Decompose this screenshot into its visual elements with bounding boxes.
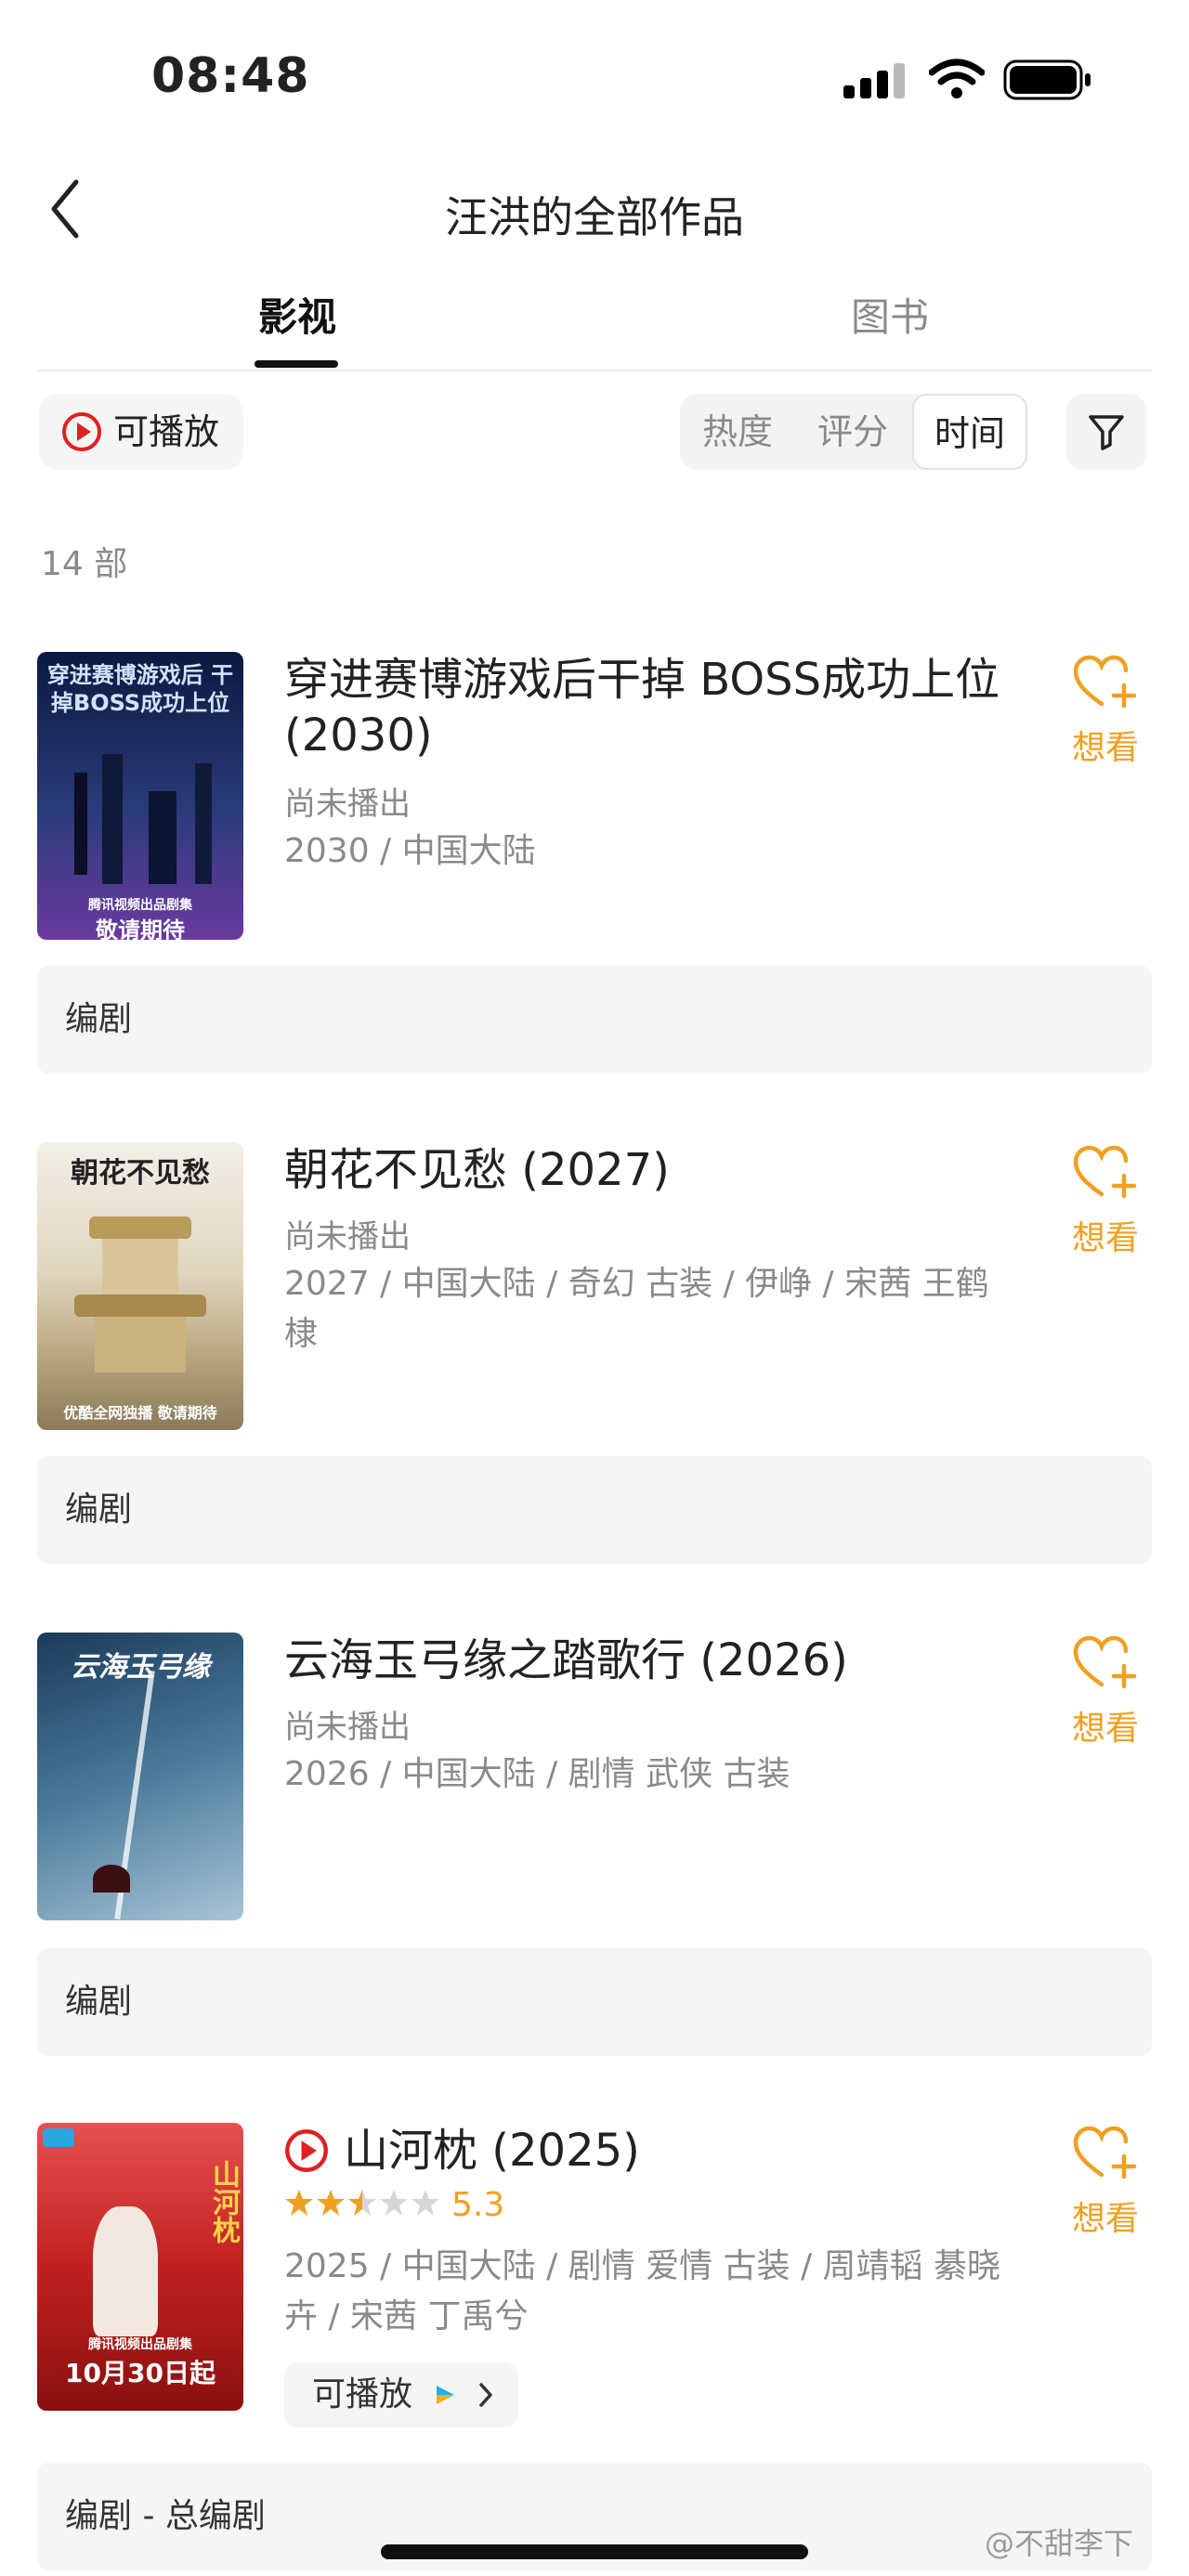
- heart-plus-icon: [1073, 1635, 1137, 1689]
- work-title[interactable]: 穿进赛博游戏后干掉 BOSS成功上位 (2030): [284, 652, 1018, 763]
- page-title: 汪洪的全部作品: [445, 192, 744, 242]
- want-to-watch-button[interactable]: 想看: [1059, 1144, 1152, 1259]
- poster-image[interactable]: 云海玉弓缘: [37, 1633, 243, 1920]
- playable-label: 可播放: [113, 411, 220, 452]
- work-title[interactable]: 朝花不见愁 (2027): [284, 1142, 1018, 1198]
- want-to-watch-button[interactable]: 想看: [1059, 1634, 1152, 1750]
- active-tab-indicator: [255, 360, 338, 368]
- want-to-watch-label: 想看: [1071, 1219, 1139, 1257]
- tencent-video-logo: [43, 2128, 74, 2147]
- role-bar: 编剧: [37, 1948, 1152, 2056]
- sort-by-popularity[interactable]: 热度: [680, 394, 795, 470]
- heart-plus-icon: [1073, 2126, 1137, 2179]
- watermark: @不甜李下: [985, 2526, 1134, 2561]
- sort-segmented-control: 热度 评分 时间: [680, 394, 1027, 470]
- work-meta: 2027 / 中国大陆 / 奇幻 古装 / 伊峥 / 宋茜 王鹤棣: [284, 1265, 989, 1353]
- poster-title-text: 山河枕: [207, 2160, 240, 2244]
- work-status: 尚未播出: [284, 1709, 411, 1746]
- work-meta: 2030 / 中国大陆: [284, 832, 536, 870]
- cellular-signal-icon: [843, 61, 908, 98]
- tab-books[interactable]: 图书: [825, 286, 955, 343]
- want-to-watch-button[interactable]: 想看: [1059, 2125, 1152, 2240]
- funnel-icon: [1089, 415, 1124, 450]
- poster-bottom-text: 敬请期待: [96, 917, 185, 940]
- work-meta: 2026 / 中国大陆 / 剧情 武侠 古装: [284, 1755, 790, 1793]
- result-count: 14 部: [41, 545, 128, 583]
- work-title[interactable]: 云海玉弓缘之踏歌行 (2026): [284, 1633, 1018, 1688]
- poster-bottom-text: 10月30日起: [65, 2358, 216, 2388]
- role-label: 编剧: [65, 1000, 133, 1038]
- want-to-watch-button[interactable]: 想看: [1059, 654, 1152, 769]
- sort-by-time[interactable]: 时间: [912, 394, 1027, 470]
- play-chip-label: 可播放: [312, 2375, 413, 2413]
- heart-plus-icon: [1073, 655, 1137, 709]
- role-bar: 编剧: [37, 966, 1152, 1073]
- poster-image[interactable]: 穿进赛博游戏后 干掉BOSS成功上位 腾讯视频出品剧集 敬请期待: [37, 652, 243, 940]
- poster-bottom-text: 优酷全网独播 敬请期待: [63, 1404, 217, 1422]
- filter-button[interactable]: [1066, 394, 1146, 470]
- video-platform-icon: [437, 2386, 454, 2404]
- sort-by-rating[interactable]: 评分: [795, 394, 910, 470]
- want-to-watch-label: 想看: [1071, 1710, 1139, 1748]
- tab-label: 影视: [257, 294, 336, 340]
- play-circle-icon: [284, 2128, 329, 2177]
- poster-title-text: 朝花不见愁: [71, 1157, 210, 1190]
- poster-title-text: 云海玉弓缘: [71, 1651, 210, 1684]
- chevron-right-icon: [479, 2383, 492, 2407]
- poster-caption: 腾讯视频出品剧集: [88, 2337, 192, 2352]
- poster-image[interactable]: 山河枕 腾讯视频出品剧集 10月30日起: [37, 2123, 243, 2411]
- home-indicator[interactable]: [381, 2544, 808, 2559]
- playable-filter-button[interactable]: 可播放: [39, 394, 243, 470]
- want-to-watch-label: 想看: [1071, 729, 1139, 767]
- work-meta: 2025 / 中国大陆 / 剧情 爱情 古装 / 周靖韬 綦晓卉 / 宋茜 丁禹…: [284, 2247, 1000, 2335]
- play-platform-button[interactable]: 可播放: [284, 2362, 518, 2427]
- tab-film-tv[interactable]: 影视: [232, 286, 362, 343]
- role-bar: 编剧: [37, 1456, 1152, 1564]
- poster-title-text: 穿进赛博游戏后 干掉BOSS成功上位: [46, 662, 234, 716]
- poster-image[interactable]: 朝花不见愁 优酷全网独播 敬请期待: [37, 1142, 243, 1430]
- divider: [37, 370, 1152, 371]
- status-time: 08:48: [151, 48, 310, 104]
- work-title[interactable]: 山河枕 (2025): [344, 2123, 1013, 2179]
- rating-stars: [284, 2188, 442, 2223]
- play-circle-icon: [62, 412, 101, 451]
- poster-caption: 腾讯视频出品剧集: [88, 898, 192, 913]
- work-status: 尚未播出: [284, 1218, 411, 1255]
- tab-label: 图书: [850, 294, 929, 340]
- wifi-icon: [928, 58, 986, 104]
- role-label: 编剧 - 总编剧: [65, 2497, 266, 2535]
- battery-icon: [1003, 59, 1092, 104]
- work-status: 尚未播出: [284, 786, 411, 823]
- rating-value: 5.3: [451, 2186, 505, 2224]
- role-label: 编剧: [65, 1983, 133, 2021]
- role-label: 编剧: [65, 1490, 133, 1529]
- want-to-watch-label: 想看: [1071, 2200, 1139, 2238]
- heart-plus-icon: [1073, 1145, 1137, 1199]
